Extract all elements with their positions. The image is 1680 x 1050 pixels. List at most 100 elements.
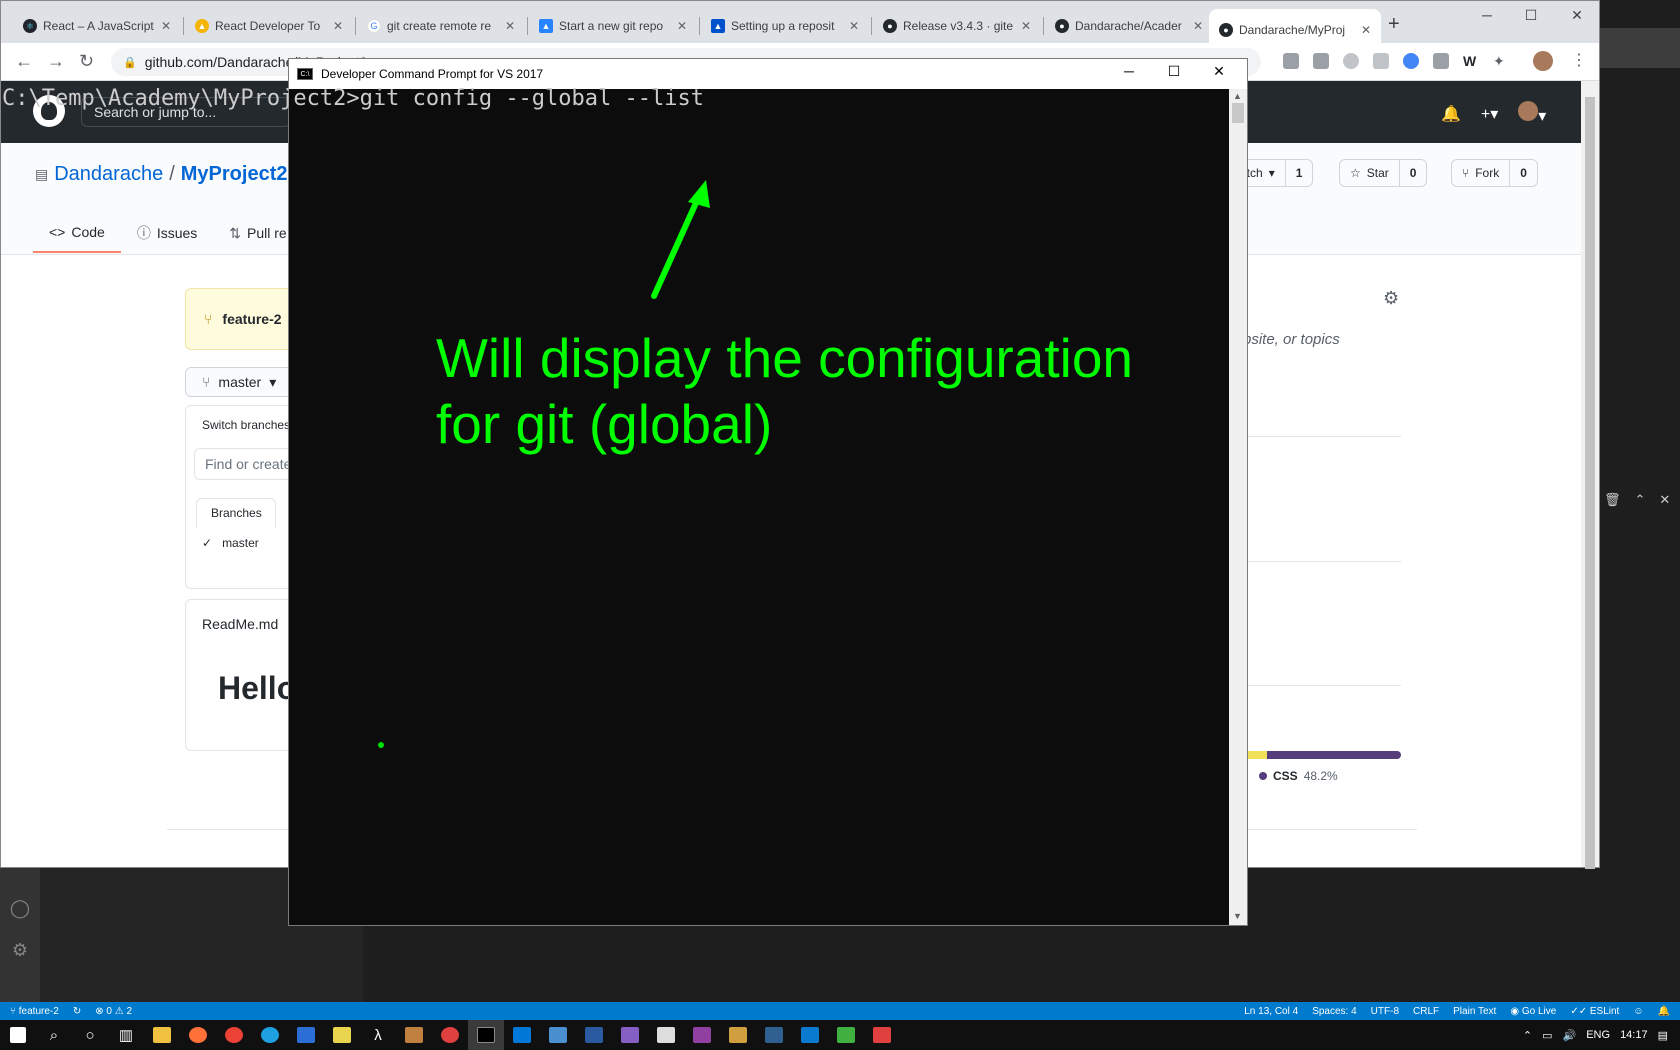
- page-scrollbar[interactable]: [1581, 81, 1599, 869]
- chevron-up-icon[interactable]: ⌃: [1523, 1029, 1532, 1042]
- network-icon[interactable]: ▭: [1542, 1029, 1552, 1042]
- tab-code[interactable]: <> Code: [33, 213, 121, 253]
- wikipedia-icon[interactable]: W: [1463, 53, 1479, 69]
- task-view-icon[interactable]: ▥: [108, 1020, 144, 1050]
- close-tab-icon[interactable]: ✕: [849, 19, 859, 33]
- browser-tab[interactable]: ▲ Setting up a reposit ✕: [701, 9, 869, 43]
- line-ending[interactable]: CRLF: [1413, 1006, 1439, 1017]
- fork-count[interactable]: 0: [1510, 166, 1537, 180]
- browser-tab[interactable]: G git create remote re ✕: [357, 9, 525, 43]
- app-icon[interactable]: [432, 1020, 468, 1050]
- app-icon[interactable]: [864, 1020, 900, 1050]
- speaker-icon[interactable]: 🔊: [1563, 1029, 1577, 1042]
- back-arrow-icon[interactable]: ←: [15, 51, 33, 72]
- maximize-icon[interactable]: ☐: [1159, 63, 1189, 80]
- settings-gear-icon[interactable]: ⚙: [8, 938, 32, 962]
- language-css[interactable]: CSS 48.2%: [1259, 769, 1338, 783]
- feedback-icon[interactable]: ☺: [1633, 1006, 1643, 1017]
- cmd-scrollbar[interactable]: ▲ ▼: [1229, 89, 1247, 925]
- file-explorer-icon[interactable]: [144, 1020, 180, 1050]
- notification-icon[interactable]: ▤: [1658, 1029, 1668, 1042]
- browser-tab[interactable]: ▲ Start a new git repo ✕: [529, 9, 697, 43]
- clock[interactable]: 14:17: [1620, 1029, 1648, 1041]
- cmd-titlebar[interactable]: C:\ Developer Command Prompt for VS 2017…: [289, 59, 1247, 89]
- eslint-status[interactable]: ✓✓ ESLint: [1570, 1006, 1619, 1017]
- branch-select-button[interactable]: ⑂ master ▾: [185, 367, 295, 397]
- lambda-icon[interactable]: λ: [360, 1020, 396, 1050]
- tab-issues[interactable]: ⓘ Issues: [121, 213, 213, 253]
- close-tab-icon[interactable]: ✕: [161, 19, 171, 33]
- chevron-up-icon[interactable]: ⌃: [1635, 492, 1646, 508]
- tab-branches[interactable]: Branches: [196, 498, 276, 528]
- search-icon[interactable]: ⌕: [36, 1020, 72, 1050]
- indentation[interactable]: Spaces: 4: [1312, 1006, 1356, 1017]
- extension-icon[interactable]: [1283, 53, 1299, 69]
- powershell-icon[interactable]: [576, 1020, 612, 1050]
- language-mode[interactable]: Plain Text: [1453, 1006, 1496, 1017]
- bell-icon[interactable]: 🔔: [1441, 104, 1461, 124]
- gear-icon[interactable]: ⚙: [1383, 288, 1399, 309]
- close-icon[interactable]: ✕: [1659, 492, 1670, 508]
- edge-icon[interactable]: [252, 1020, 288, 1050]
- close-tab-icon[interactable]: ✕: [1021, 19, 1031, 33]
- sync-icon[interactable]: ↻: [73, 1006, 81, 1017]
- branch-item[interactable]: ✓ master: [202, 536, 259, 550]
- star-button[interactable]: ☆ Star 0: [1339, 159, 1428, 187]
- app-icon[interactable]: [756, 1020, 792, 1050]
- forward-arrow-icon[interactable]: →: [47, 51, 65, 72]
- avatar[interactable]: ▾: [1518, 101, 1546, 126]
- notes-icon[interactable]: [324, 1020, 360, 1050]
- close-tab-icon[interactable]: ✕: [677, 19, 687, 33]
- readme-title[interactable]: ReadMe.md: [202, 616, 278, 632]
- reload-icon[interactable]: ↻: [79, 51, 94, 72]
- cmd-icon[interactable]: [468, 1020, 504, 1050]
- app-icon[interactable]: [396, 1020, 432, 1050]
- maximize-icon[interactable]: ☐: [1521, 7, 1541, 24]
- close-icon[interactable]: ✕: [1204, 63, 1234, 80]
- close-tab-icon[interactable]: ✕: [505, 19, 515, 33]
- windows-start-icon[interactable]: [0, 1020, 36, 1050]
- windows-store-icon[interactable]: [504, 1020, 540, 1050]
- app-icon[interactable]: [720, 1020, 756, 1050]
- problems-status[interactable]: ⊗ 0 ⚠ 2: [95, 1006, 132, 1017]
- extension-icon[interactable]: [1313, 53, 1329, 69]
- account-icon[interactable]: ◯: [8, 896, 32, 920]
- firefox-icon[interactable]: [180, 1020, 216, 1050]
- encoding[interactable]: UTF-8: [1371, 1006, 1399, 1017]
- go-live-button[interactable]: ◉ Go Live: [1510, 1006, 1556, 1017]
- repo-name-link[interactable]: MyProject2: [181, 163, 288, 186]
- close-tab-icon[interactable]: ✕: [1193, 19, 1203, 33]
- extension-icon[interactable]: [1373, 53, 1389, 69]
- browser-tab[interactable]: ● Release v3.4.3 · gite ✕: [873, 9, 1041, 43]
- menu-dots-icon[interactable]: ⋮: [1571, 53, 1587, 69]
- plus-dropdown-icon[interactable]: +▾: [1481, 104, 1498, 124]
- star-count[interactable]: 0: [1400, 166, 1427, 180]
- trash-icon[interactable]: 🗑: [1604, 492, 1621, 508]
- close-window-icon[interactable]: ✕: [1567, 7, 1587, 24]
- chrome-icon[interactable]: [216, 1020, 252, 1050]
- cmd-console[interactable]: [289, 89, 1229, 925]
- extension-icon[interactable]: [1403, 53, 1419, 69]
- extension-icon[interactable]: [1433, 53, 1449, 69]
- new-tab-icon[interactable]: +: [1388, 13, 1400, 36]
- bell-icon[interactable]: 🔔: [1658, 1006, 1670, 1017]
- cursor-position[interactable]: Ln 13, Col 4: [1244, 1006, 1298, 1017]
- visual-studio-icon[interactable]: [612, 1020, 648, 1050]
- maps-icon[interactable]: [288, 1020, 324, 1050]
- vscode-icon[interactable]: [792, 1020, 828, 1050]
- app-icon[interactable]: [828, 1020, 864, 1050]
- close-tab-icon[interactable]: ✕: [1361, 23, 1371, 37]
- cortana-icon[interactable]: ○: [72, 1020, 108, 1050]
- extension-icon[interactable]: [1343, 53, 1359, 69]
- minimize-icon[interactable]: ─: [1114, 63, 1144, 79]
- repo-owner-link[interactable]: Dandarache: [54, 163, 163, 186]
- browser-tab[interactable]: ● Dandarache/Acader ✕: [1045, 9, 1213, 43]
- profile-avatar[interactable]: [1533, 51, 1553, 71]
- puzzle-icon[interactable]: ✦: [1493, 53, 1509, 69]
- watch-count[interactable]: 1: [1286, 166, 1313, 180]
- close-tab-icon[interactable]: ✕: [333, 19, 343, 33]
- app-icon[interactable]: [540, 1020, 576, 1050]
- branch-status[interactable]: ⑂ feature-2: [10, 1006, 59, 1017]
- browser-tab[interactable]: ▲ React Developer To ✕: [185, 9, 353, 43]
- language-indicator[interactable]: ENG: [1586, 1029, 1610, 1041]
